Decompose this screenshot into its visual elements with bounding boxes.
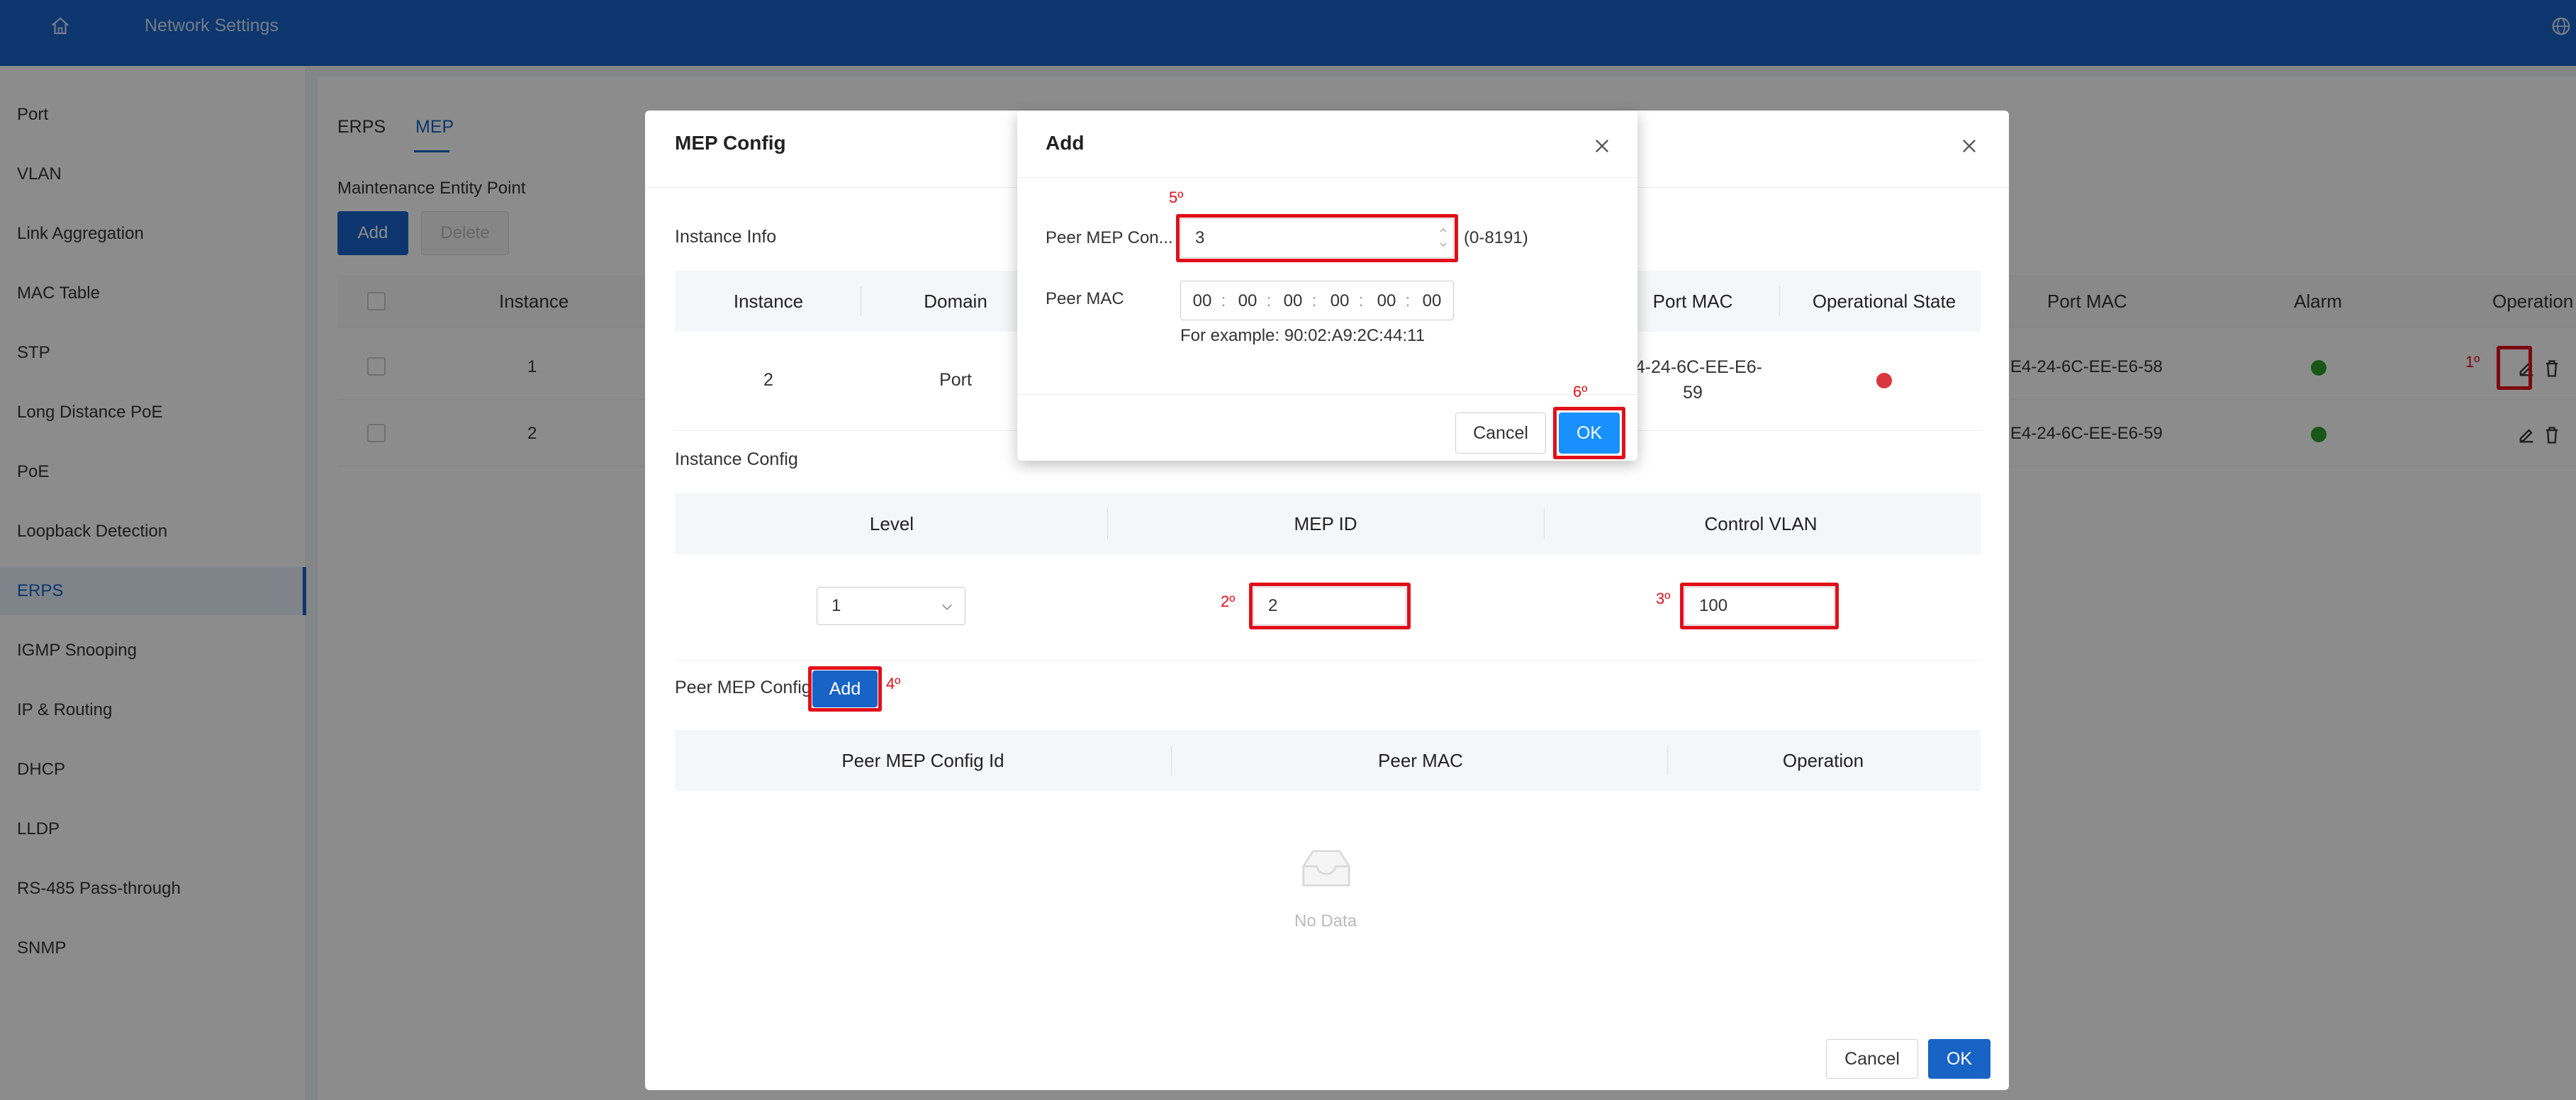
port-mac-cell: E4-24-6C-EE-E6- xyxy=(1623,357,1762,377)
cancel-button[interactable]: Cancel xyxy=(1455,412,1546,454)
annotation-step-4: 4º xyxy=(886,675,901,692)
range-hint: (0-8191) xyxy=(1464,228,1528,247)
mac-octet[interactable]: 00 xyxy=(1423,291,1442,311)
mac-example-hint: For example: 90:02:A9:2C:44:11 xyxy=(1180,326,1426,345)
annotation-box-control-vlan xyxy=(1680,583,1839,629)
mac-octet[interactable]: 00 xyxy=(1238,291,1258,311)
column-header: Peer MEP Config Id xyxy=(841,750,1004,771)
ok-button[interactable]: OK xyxy=(1928,1039,1990,1079)
column-separator xyxy=(1667,746,1668,775)
mac-octet[interactable]: 00 xyxy=(1284,291,1303,311)
annotation-step-3: 3º xyxy=(1656,590,1671,607)
column-header: Operation xyxy=(1782,750,1864,771)
add-peer-dialog: Add 5º Peer MEP Con... 3 (0-8191) Peer M… xyxy=(1017,111,1637,461)
annotation-box-peer-id xyxy=(1176,214,1458,262)
modal-title: MEP Config xyxy=(675,132,786,154)
column-header: MEP ID xyxy=(1294,513,1357,534)
column-separator xyxy=(1171,746,1172,775)
column-header: Instance xyxy=(733,291,804,312)
level-select[interactable]: 1 xyxy=(817,587,965,625)
divider xyxy=(1017,394,1637,395)
table-header: Level MEP ID Control VLAN xyxy=(675,493,1981,554)
annotation-box-ok xyxy=(1553,407,1625,459)
column-header: Operational State xyxy=(1812,291,1956,312)
divider xyxy=(1017,177,1637,178)
peer-mac-label: Peer MAC xyxy=(1046,289,1124,308)
column-header: Level xyxy=(869,513,914,534)
peer-mep-config-label: Peer MEP Config xyxy=(675,678,812,697)
mac-octet[interactable]: 00 xyxy=(1377,291,1396,311)
annotation-box-mep-id xyxy=(1249,583,1411,629)
annotation-step-6: 6º xyxy=(1573,383,1588,400)
peer-mep-table: Peer MEP Config Id Peer MAC Operation xyxy=(675,730,1981,791)
peer-mep-id-label: Peer MEP Con... xyxy=(1046,228,1173,247)
column-header: Domain xyxy=(924,291,987,312)
cancel-button[interactable]: Cancel xyxy=(1826,1039,1918,1079)
mac-separator: : xyxy=(1311,291,1317,310)
instance-info-label: Instance Info xyxy=(675,227,777,247)
column-separator xyxy=(1779,286,1780,316)
mac-separator: : xyxy=(1266,291,1272,310)
column-separator xyxy=(1107,509,1108,539)
table-header: Peer MEP Config Id Peer MAC Operation xyxy=(675,730,1981,791)
operational-state-dot xyxy=(1876,373,1892,388)
instance-cell: 2 xyxy=(763,370,773,390)
level-value: 1 xyxy=(831,596,841,615)
column-header: Peer MAC xyxy=(1378,750,1463,771)
instance-config-label: Instance Config xyxy=(675,449,798,469)
empty-state-text: No Data xyxy=(1294,911,1357,931)
mac-octet[interactable]: 00 xyxy=(1193,291,1212,311)
mac-separator: : xyxy=(1358,291,1364,310)
column-header: Port MAC xyxy=(1652,291,1733,312)
column-separator xyxy=(1544,509,1545,539)
column-header: Control VLAN xyxy=(1704,513,1818,534)
close-icon[interactable] xyxy=(1959,136,1979,156)
annotation-box-peer-add xyxy=(808,666,882,712)
annotation-step-2: 2º xyxy=(1221,593,1236,610)
mac-separator: : xyxy=(1221,291,1226,310)
close-icon[interactable] xyxy=(1592,136,1612,156)
mac-octet[interactable]: 00 xyxy=(1331,291,1350,311)
port-mac-cell: 59 xyxy=(1683,383,1703,403)
mac-separator: : xyxy=(1405,291,1411,310)
empty-inbox-icon xyxy=(1302,850,1350,887)
peer-mac-input[interactable]: 00 : 00 : 00 : 00 : 00 : 00 xyxy=(1180,281,1454,320)
domain-cell: Port xyxy=(939,370,972,390)
annotation-step-5: 5º xyxy=(1169,189,1184,206)
dialog-title: Add xyxy=(1046,132,1085,154)
chevron-down-icon xyxy=(941,604,953,610)
